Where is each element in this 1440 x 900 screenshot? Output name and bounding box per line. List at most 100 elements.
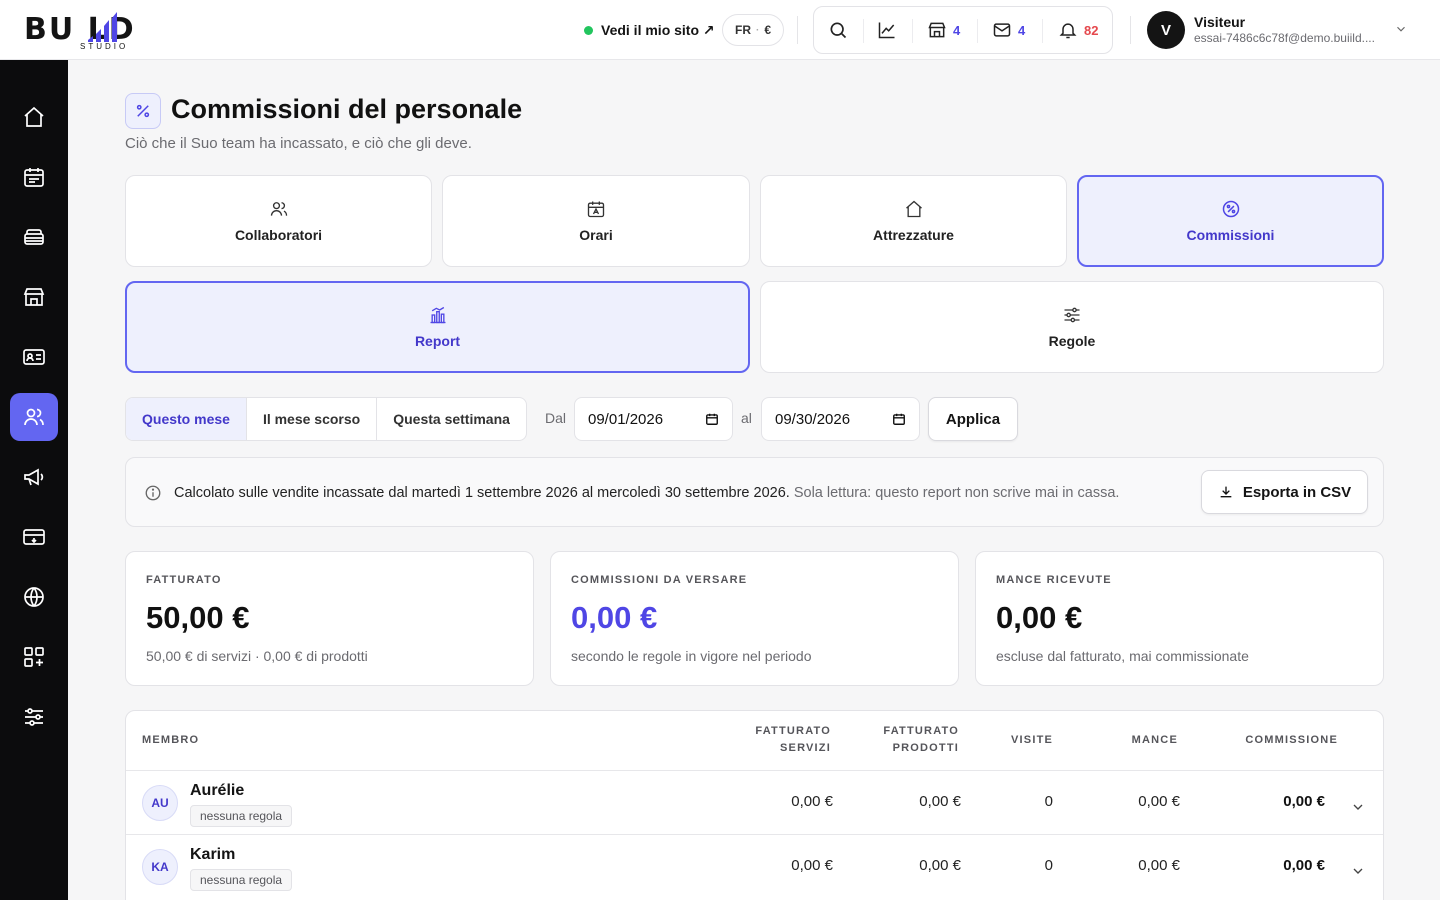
header-toolbar: 4 4 82 <box>813 6 1113 54</box>
info-icon <box>145 485 161 501</box>
tab-attrezzature[interactable]: Attrezzature <box>760 175 1067 267</box>
bell-icon <box>1059 23 1077 39</box>
to-date-input[interactable]: 09/30/2026 <box>761 397 920 441</box>
tab-report[interactable]: Report <box>125 281 750 373</box>
sidebar-item-website[interactable] <box>10 573 58 621</box>
users-icon <box>24 408 44 426</box>
credit-card-icon <box>23 529 45 545</box>
sidebar-item-services[interactable] <box>10 213 58 261</box>
member-avatar: AU <box>142 785 178 821</box>
shop-button[interactable]: 4 <box>927 20 960 40</box>
column-header-tips: MANCE <box>1131 734 1178 746</box>
stack-icon <box>24 229 44 245</box>
notifications-button[interactable]: 82 <box>1058 20 1098 40</box>
divider <box>1130 16 1131 44</box>
shop-count: 4 <box>953 22 961 38</box>
info-text: Calcolato sulle vendite incassate dal ma… <box>174 485 1119 501</box>
calendar-picker-icon[interactable] <box>705 412 719 426</box>
sidebar <box>0 60 68 900</box>
megaphone-icon <box>24 468 44 486</box>
user-menu[interactable]: V Visiteur essai-7486c6c78f@demo.buiild.… <box>1147 11 1417 49</box>
period-this-week[interactable]: Questa settimana <box>377 398 526 440</box>
column-header-line: FATTURATO <box>883 725 959 737</box>
chevron-down-icon <box>1397 26 1405 32</box>
table-row[interactable]: KA Karim nessuna regola 0,00 € 0,00 € 0 … <box>126 834 1383 898</box>
tab-label: Attrezzature <box>873 227 954 243</box>
sidebar-item-team[interactable] <box>10 393 58 441</box>
stat-value: 0,00 € <box>996 600 1083 635</box>
tab-label: Orari <box>579 227 613 243</box>
cell-visits: 0 <box>1044 793 1053 810</box>
info-main: Calcolato sulle vendite incassate dal ma… <box>174 485 790 501</box>
store-icon <box>928 22 946 38</box>
stat-value: 0,00 € <box>571 600 658 635</box>
column-header-line: SERVIZI <box>780 742 831 754</box>
chevron-down-icon[interactable] <box>1350 863 1366 879</box>
user-name: Visiteur <box>1194 14 1246 30</box>
tab-label: Report <box>414 333 461 349</box>
sidebar-item-home[interactable] <box>10 93 58 141</box>
users-icon <box>270 202 287 216</box>
sidebar-item-payments[interactable] <box>10 513 58 561</box>
tab-regole[interactable]: Regole <box>760 281 1384 373</box>
cell-products: 0,00 € <box>919 857 961 874</box>
page-subtitle: Ciò che il Suo team ha incassato, e ciò … <box>125 135 472 152</box>
column-header-line: PRODOTTI <box>892 742 959 754</box>
sidebar-item-settings[interactable] <box>10 693 58 741</box>
tab-label: Collaboratori <box>234 227 323 243</box>
chevron-down-icon[interactable] <box>1350 799 1366 815</box>
sidebar-item-clients[interactable] <box>10 333 58 381</box>
table-row[interactable]: AU Aurélie nessuna regola 0,00 € 0,00 € … <box>126 770 1383 834</box>
stat-label: COMMISSIONI DA VERSARE <box>571 574 748 586</box>
apply-button[interactable]: Applica <box>928 397 1018 441</box>
sidebar-item-apps[interactable] <box>10 633 58 681</box>
view-site-label: Vedi il mio sito ↗ <box>601 21 715 38</box>
tab-orari[interactable]: Orari <box>442 175 750 267</box>
sidebar-item-calendar[interactable] <box>10 153 58 201</box>
top-bar: BU LD STUDIO Vedi il mio sito ↗ FR · € 4 <box>0 0 1440 60</box>
cell-commission: 0,00 € <box>1283 857 1325 874</box>
tab-collaboratori[interactable]: Collaboratori <box>125 175 432 267</box>
sidebar-item-shop[interactable] <box>10 273 58 321</box>
avatar: V <box>1147 11 1185 49</box>
commissions-table: MEMBRO FATTURATO SERVIZI FATTURATO PRODO… <box>125 710 1384 900</box>
percent-icon <box>125 93 161 129</box>
view-site-link[interactable]: Vedi il mio sito ↗ <box>584 20 715 40</box>
language-code: FR <box>734 23 751 37</box>
stat-card-revenue: FATTURATO 50,00 € 50,00 € di servizi · 0… <box>125 551 534 686</box>
sliders-icon <box>25 708 43 726</box>
stat-label: MANCE RICEVUTE <box>996 574 1112 586</box>
period-this-month[interactable]: Questo mese <box>126 398 247 440</box>
member-name: Aurélie <box>190 782 245 799</box>
tab-commissioni[interactable]: Commissioni <box>1077 175 1384 267</box>
messages-button[interactable]: 4 <box>992 20 1025 40</box>
from-date-input[interactable]: 09/01/2026 <box>574 397 733 441</box>
info-note: Sola lettura: questo report non scrive m… <box>793 485 1120 501</box>
calendar-icon <box>587 201 605 218</box>
user-email: essai-7486c6c78f@demo.buiild.... <box>1194 31 1375 45</box>
globe-icon <box>24 587 44 607</box>
analytics-button[interactable] <box>877 20 897 40</box>
column-header-member: MEMBRO <box>142 734 200 746</box>
cell-services: 0,00 € <box>791 793 833 810</box>
calendar-icon <box>24 168 44 187</box>
language-currency-selector[interactable]: FR · € <box>722 14 784 46</box>
from-date-value: 09/01/2026 <box>588 410 664 428</box>
id-card-icon <box>23 349 45 365</box>
currency-symbol: € <box>764 23 772 37</box>
calendar-picker-icon[interactable] <box>892 412 906 426</box>
export-csv-button[interactable]: Esporta in CSV <box>1201 470 1368 514</box>
logo[interactable]: BU LD STUDIO <box>24 8 184 52</box>
sidebar-item-marketing[interactable] <box>10 453 58 501</box>
page-title: Commissioni del personale <box>171 94 523 124</box>
bar-chart-icon <box>430 306 445 324</box>
search-button[interactable] <box>828 20 848 40</box>
cell-products: 0,00 € <box>919 793 961 810</box>
member-avatar: KA <box>142 849 178 885</box>
period-last-month[interactable]: Il mese scorso <box>247 398 378 440</box>
stat-value: 50,00 € <box>146 600 250 635</box>
mail-icon <box>993 23 1011 37</box>
divider <box>1042 19 1043 43</box>
export-label: Esporta in CSV <box>1242 483 1352 501</box>
cell-commission: 0,00 € <box>1283 793 1325 810</box>
